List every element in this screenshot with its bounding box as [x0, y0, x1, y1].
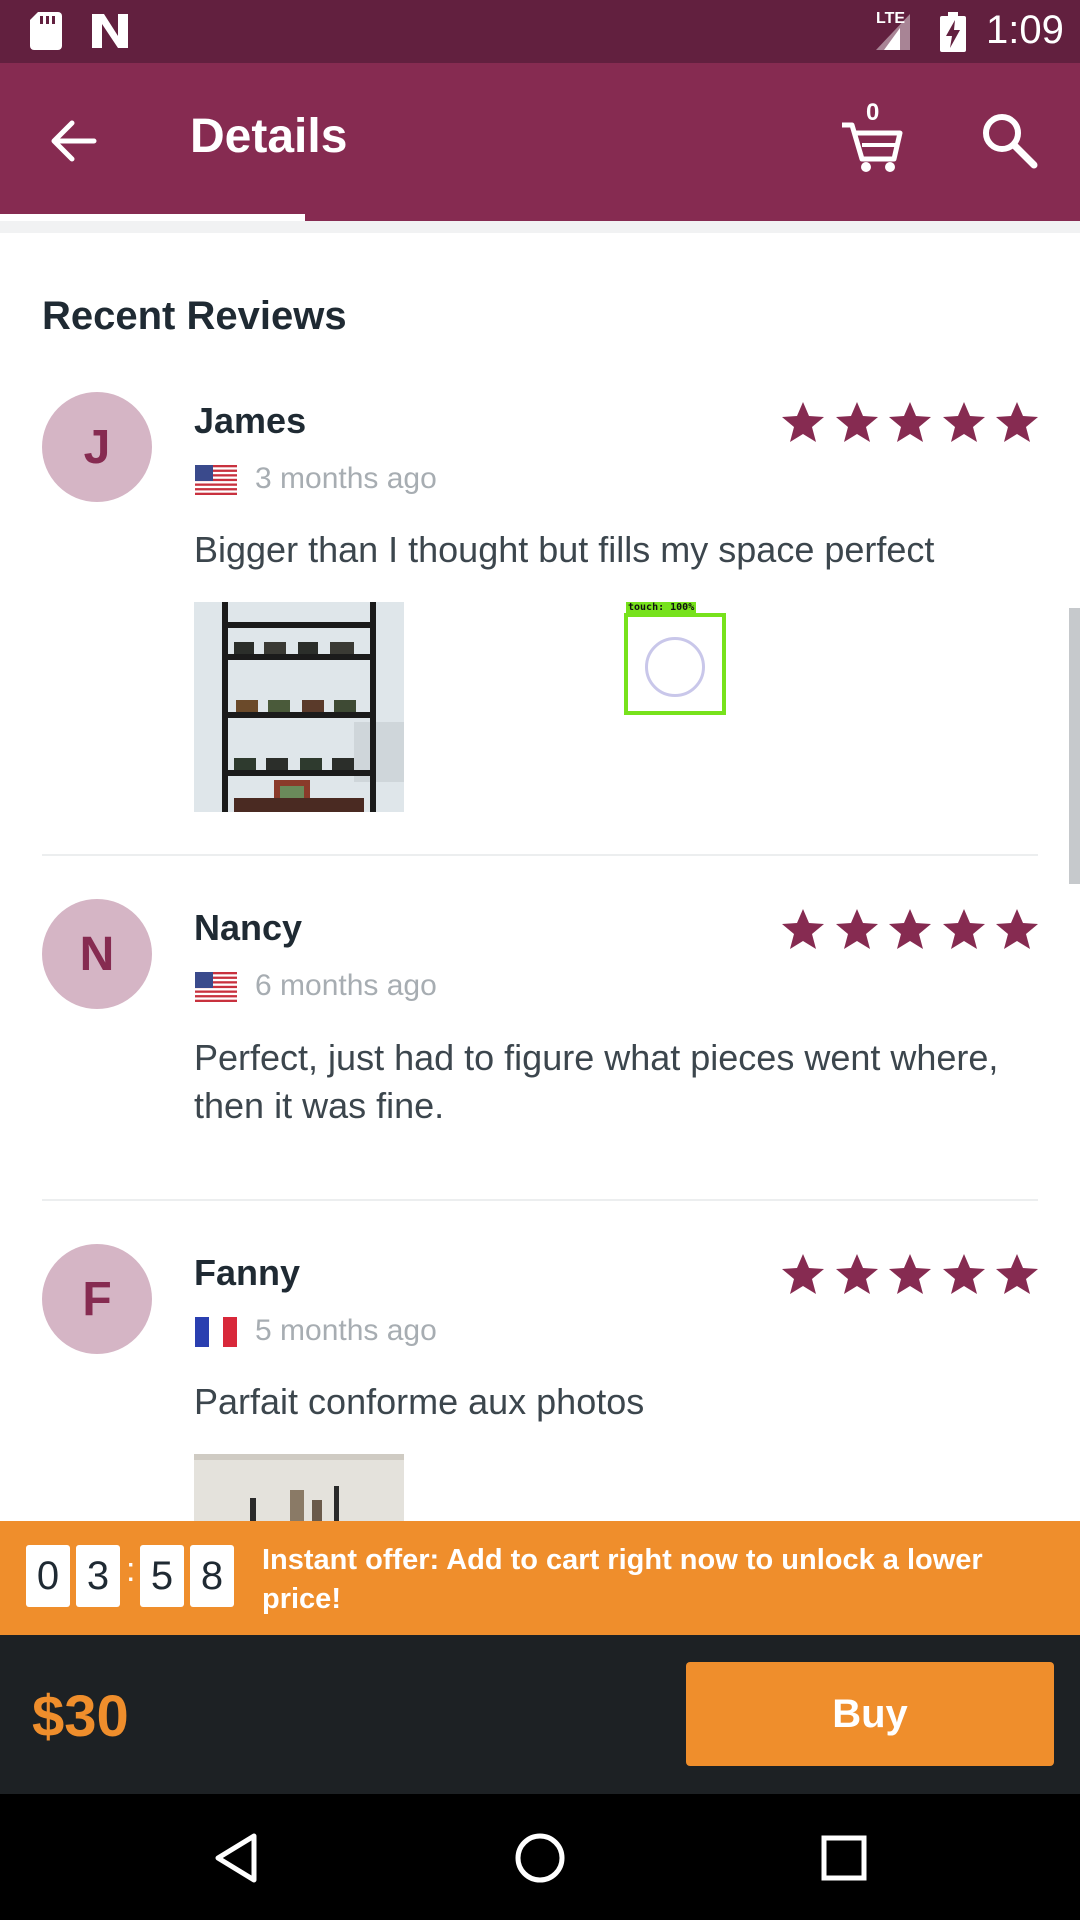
- touch-indicator-circle: [645, 637, 705, 697]
- us-flag-icon: [195, 972, 237, 1002]
- rating-stars: [780, 400, 1040, 448]
- review-text: Perfect, just had to figure what pieces …: [194, 1037, 999, 1126]
- star-icon: [782, 909, 824, 949]
- review-divider: [42, 854, 1038, 856]
- review-text: Parfait conforme aux photos: [194, 1381, 645, 1422]
- content-top-shade: [0, 221, 1080, 233]
- star-icon: [889, 402, 931, 442]
- us-flag-icon: [195, 465, 237, 495]
- home-icon[interactable]: [512, 1830, 568, 1886]
- reviewer-name: James: [194, 400, 307, 441]
- system-nav-bar: [0, 1794, 1080, 1920]
- review-divider: [42, 1199, 1038, 1201]
- rating-stars: [780, 907, 1040, 955]
- avatar: J: [42, 392, 152, 502]
- star-icon: [942, 1254, 985, 1294]
- cart-count-badge: 0: [866, 99, 880, 126]
- status-bar: LTE 1:09: [0, 0, 1080, 63]
- clock: 1:09: [986, 8, 1064, 52]
- countdown-digit: 8: [190, 1545, 234, 1607]
- review-date: 6 months ago: [255, 969, 437, 1002]
- buy-button[interactable]: Buy: [686, 1662, 1054, 1766]
- section-title: Recent Reviews: [42, 294, 347, 338]
- sd-card-icon: [30, 12, 62, 50]
- back-arrow-icon[interactable]: [44, 111, 104, 171]
- star-icon: [942, 909, 985, 949]
- countdown-digit: 3: [76, 1545, 120, 1607]
- page-title: Details: [190, 110, 348, 163]
- scrollbar[interactable]: [1069, 608, 1080, 884]
- app-bar: Details 0: [0, 63, 1080, 221]
- offer-text: Instant offer: Add to cart right now to …: [262, 1544, 983, 1615]
- star-icon: [996, 402, 1038, 442]
- price: $30: [32, 1684, 129, 1749]
- notification-n-icon: [92, 14, 128, 48]
- star-icon: [835, 402, 878, 442]
- review-date: 3 months ago: [255, 462, 437, 495]
- battery-charging-icon: [940, 12, 966, 52]
- purchase-bar: $30 Buy: [0, 1635, 1080, 1794]
- signal-icon: [876, 14, 910, 50]
- star-icon: [782, 402, 824, 442]
- room-photo-image: [194, 1454, 404, 1521]
- star-icon: [889, 1254, 931, 1294]
- reviewer-name: Fanny: [194, 1252, 301, 1293]
- countdown-separator: :: [126, 1551, 136, 1589]
- review-photo[interactable]: [194, 602, 404, 812]
- avatar: F: [42, 1244, 152, 1354]
- recents-icon[interactable]: [816, 1830, 872, 1886]
- countdown-digit: 0: [26, 1545, 70, 1607]
- back-icon[interactable]: [208, 1830, 264, 1886]
- shelf-photo-image: [194, 602, 404, 812]
- star-icon: [782, 1254, 824, 1294]
- star-icon: [996, 909, 1038, 949]
- star-icon: [942, 402, 985, 442]
- countdown-digit: 5: [140, 1545, 184, 1607]
- tab-indicator: [0, 214, 305, 221]
- star-icon: [835, 909, 878, 949]
- search-icon[interactable]: [978, 109, 1040, 171]
- review-date: 5 months ago: [255, 1314, 437, 1347]
- touch-indicator-label: touch: 100%: [626, 602, 697, 613]
- rating-stars: [780, 1252, 1040, 1300]
- review-text: Bigger than I thought but fills my space…: [194, 529, 935, 570]
- review-photo[interactable]: [194, 1454, 404, 1521]
- star-icon: [835, 1254, 878, 1294]
- reviewer-name: Nancy: [194, 907, 303, 948]
- fr-flag-icon: [195, 1317, 237, 1347]
- avatar: N: [42, 899, 152, 1009]
- star-icon: [996, 1254, 1038, 1294]
- star-icon: [889, 909, 931, 949]
- instant-offer-banner[interactable]: 0 3 : 5 8 Instant offer: Add to cart rig…: [0, 1521, 1080, 1635]
